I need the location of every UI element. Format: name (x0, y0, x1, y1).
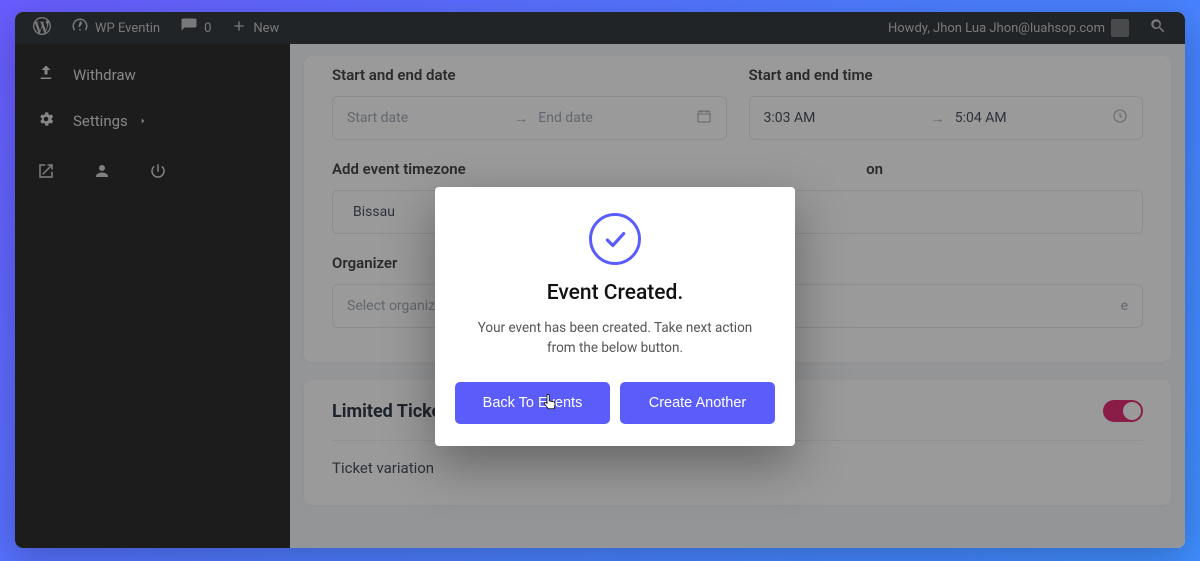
event-created-modal: Event Created. Your event has been creat… (435, 187, 795, 446)
create-another-button[interactable]: Create Another (620, 382, 775, 424)
app-window: WP Eventin 0 New Howdy, Jhon Lua Jhon@lu… (15, 12, 1185, 548)
modal-title: Event Created. (455, 281, 775, 305)
modal-body: Your event has been created. Take next a… (455, 319, 775, 358)
back-to-events-button[interactable]: Back To Events (455, 382, 610, 424)
success-check-icon (589, 213, 641, 265)
